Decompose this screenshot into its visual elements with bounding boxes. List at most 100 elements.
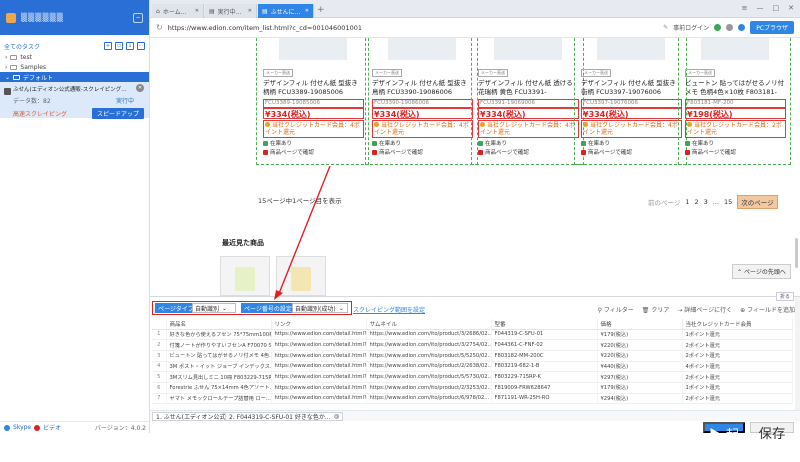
- table-cell[interactable]: 1ポイント還元: [682, 329, 793, 341]
- product-card[interactable]: メーカー直送 ビュートン 貼ってはがせるノリ付メモ 色柄4色×10枚 F8031…: [678, 38, 791, 165]
- table-cell[interactable]: https://www.edion.com/ito/product/2/2638…: [366, 361, 492, 373]
- task-item[interactable]: ふせん(エディオン公式通販-スクレイピング... データ数：82 実行中 高速ス…: [0, 82, 149, 119]
- table-cell[interactable]: ¥220(税込): [597, 339, 683, 351]
- page-number-button[interactable]: ページ番号の設定: [241, 303, 295, 313]
- recent-item-thumb[interactable]: [276, 256, 326, 296]
- speed-up-button[interactable]: スピードアップ: [91, 108, 144, 119]
- table-cell[interactable]: 2ポイント還元: [682, 339, 793, 351]
- confirm-link[interactable]: 商品ページで確認: [372, 148, 423, 156]
- page-scrollbar[interactable]: [795, 238, 798, 268]
- table-cell[interactable]: https://www.edion.com/detail.html?p_cd=0…: [271, 339, 367, 351]
- column-header[interactable]: 商品名: [166, 319, 272, 330]
- confirm-link[interactable]: 商品ページで確認: [685, 148, 736, 156]
- close-icon[interactable]: ✕: [195, 8, 199, 14]
- page-link[interactable]: 1: [685, 198, 689, 206]
- table-cell[interactable]: ヤマト メモックロールテープ詰替用 ロー...: [166, 393, 272, 405]
- table-cell[interactable]: https://www.edion.com/ito/product/6/978/…: [366, 393, 492, 405]
- more-icon[interactable]: ⋯: [137, 42, 145, 50]
- table-cell[interactable]: F803219-682-1-B: [491, 361, 598, 373]
- minimize-icon[interactable]: −: [133, 12, 143, 23]
- close-icon[interactable]: ✕: [333, 414, 339, 419]
- browser-mode-select[interactable]: PCブラウザ: [750, 21, 794, 34]
- minimize-icon[interactable]: —: [757, 4, 764, 12]
- tab-home[interactable]: ⌂ ホーム... ✕: [152, 4, 204, 18]
- new-task-icon[interactable]: +: [104, 42, 112, 50]
- network-icon[interactable]: [738, 24, 746, 31]
- table-cell[interactable]: ¥179(税込): [597, 329, 683, 341]
- page-type-button[interactable]: ページタイプ: [155, 303, 197, 313]
- table-cell[interactable]: 2ポイント還元: [682, 371, 793, 383]
- page-link[interactable]: 15: [724, 198, 732, 206]
- column-header[interactable]: サムネイル: [366, 319, 492, 330]
- refresh-icon[interactable]: ↻: [156, 23, 163, 32]
- scrape-range-link[interactable]: スクレイピング範囲を設定: [353, 305, 425, 314]
- table-cell[interactable]: ¥440(税込): [597, 361, 683, 373]
- table-cell[interactable]: ¥179(税込): [597, 382, 683, 394]
- back-to-top-button[interactable]: ⌃ ページの先頭へ: [732, 264, 791, 279]
- filter-button[interactable]: ⚲ フィルター: [598, 305, 634, 314]
- table-cell[interactable]: F044361-C-FNF-02: [491, 339, 598, 351]
- table-cell[interactable]: https://www.edion.com/detail.html?p_cd=0…: [271, 382, 367, 394]
- detail-page-button[interactable]: ⇢ 詳細ページに行く: [677, 305, 732, 314]
- table-cell[interactable]: 1ポイント還元: [682, 382, 793, 394]
- table-row[interactable]: 1 好きな色から使えるフセン 75*75mm100枚... https://www.…: [152, 329, 793, 341]
- table-cell[interactable]: 3Mスリム見出しミニ 10冊 F803229-715R...: [166, 371, 272, 383]
- table-cell[interactable]: ¥297(税込): [597, 371, 683, 383]
- close-icon[interactable]: ✕: [305, 8, 309, 14]
- column-header[interactable]: 型番: [491, 319, 598, 330]
- stop-task-icon[interactable]: ✕: [136, 84, 144, 92]
- table-cell[interactable]: 3M ポスト・イット ジョーブ インデックス...: [166, 361, 272, 373]
- column-header[interactable]: 価格: [597, 319, 683, 330]
- import-icon[interactable]: ↓: [126, 42, 134, 50]
- folder-item-default[interactable]: ⌄ デフォルト: [0, 72, 149, 82]
- start-button[interactable]: ▶ 起動: [703, 422, 745, 461]
- table-cell[interactable]: https://www.edion.com/detail.html?p_cd=0…: [271, 371, 367, 383]
- table-cell[interactable]: https://www.edion.com/detail.html?p_cd=0…: [271, 350, 367, 362]
- save-button[interactable]: 保存: [750, 422, 794, 441]
- product-name[interactable]: デザインフィル 付せん紙 型抜き 柄柄 FCU3389-19085006: [263, 79, 364, 98]
- product-name[interactable]: デザインフィル 付せん紙 透ける 花瑞柄 黄色 FCU3391-19069006: [478, 79, 579, 98]
- page-type-select[interactable]: 自動識別 ⌄: [192, 303, 236, 313]
- table-row[interactable]: 5 3Mスリム見出しミニ 10冊 F803229-715R... https://w…: [152, 371, 793, 383]
- table-cell[interactable]: F871191-WR-25H-RO: [491, 393, 598, 405]
- folder-item-test[interactable]: › test: [0, 52, 149, 62]
- table-cell[interactable]: 2ポイント還元: [682, 350, 793, 362]
- tab-current[interactable]: ▤ ふせんに... ✕: [258, 4, 314, 18]
- page-link[interactable]: 3: [704, 198, 708, 206]
- sheet-tab[interactable]: 2. F044319-C-SFU-01 好きな色か... ✕: [225, 412, 343, 421]
- column-header[interactable]: 当社クレジットカード会員: [682, 319, 793, 330]
- recent-item-thumb[interactable]: [220, 256, 270, 296]
- avatar[interactable]: [6, 12, 16, 23]
- table-cell[interactable]: Forestrie ふせん 75×14mm 4色アソート...: [166, 382, 272, 394]
- product-name[interactable]: ビュートン 貼ってはがせるノリ付メモ 色柄4色×10枚 F803181-MF-2…: [685, 79, 786, 98]
- table-cell[interactable]: 4ポイント還元: [682, 361, 793, 373]
- folder-item-samples[interactable]: › Samples: [0, 62, 149, 72]
- table-cell[interactable]: https://www.edion.com/ito/product/5/5730…: [366, 371, 492, 383]
- table-cell[interactable]: https://www.edion.com/ito/product/5/5250…: [366, 350, 492, 362]
- maximize-icon[interactable]: □: [773, 4, 780, 12]
- close-icon[interactable]: ✕: [788, 4, 794, 12]
- table-cell[interactable]: F803182-MM-200C: [491, 350, 598, 362]
- table-cell[interactable]: F803229-715RP-K: [491, 371, 598, 383]
- column-header[interactable]: リンク: [271, 319, 367, 330]
- table-cell[interactable]: ビュートン 貼ってはがせるノリ付メモ 4色...: [166, 350, 272, 362]
- table-row[interactable]: 7 ヤマト メモックロールテープ詰替用 ロー... https://www.edio…: [152, 393, 793, 405]
- product-name[interactable]: デザインフィル 付せん紙 型抜き 街柄 FCU3397-19076006: [581, 79, 682, 98]
- table-row[interactable]: 3 ビュートン 貼ってはがせるノリ付メモ 4色... https://www.edi…: [152, 350, 793, 362]
- add-tab-icon[interactable]: +: [317, 5, 325, 15]
- page-number-select[interactable]: 自動識別(成功) ⌄: [292, 303, 348, 313]
- product-name[interactable]: デザインフィル 付せん紙 型抜き 鳥柄 FCU3390-19086006: [372, 79, 473, 98]
- url-input[interactable]: https://www.edion.com/item_list.html?c_c…: [168, 24, 658, 32]
- table-cell[interactable]: 付箋ノートが作りやすいフセンA F70070 S...: [166, 339, 272, 351]
- table-cell[interactable]: https://www.edion.com/ito/product/2/3253…: [366, 382, 492, 394]
- video-link[interactable]: ビデオ: [43, 423, 61, 432]
- add-field-button[interactable]: ⊕ フィールドを追加: [740, 305, 795, 314]
- close-icon[interactable]: ✕: [248, 8, 252, 14]
- table-cell[interactable]: 好きな色から使えるフセン 75*75mm100枚...: [166, 329, 272, 341]
- edit-icon[interactable]: ✎: [663, 24, 668, 31]
- table-cell[interactable]: https://www.edion.com/detail.html?p_cd=0…: [271, 329, 367, 341]
- skype-link[interactable]: Skype: [13, 424, 31, 431]
- tab-running[interactable]: ▤ 実行中... ✕: [205, 4, 257, 18]
- product-card[interactable]: メーカー直送 デザインフィル 付せん紙 型抜き 柄柄 FCU3389-19085…: [256, 38, 369, 165]
- table-row[interactable]: 4 3M ポスト・イット ジョーブ インデックス... https://www.ed…: [152, 361, 793, 373]
